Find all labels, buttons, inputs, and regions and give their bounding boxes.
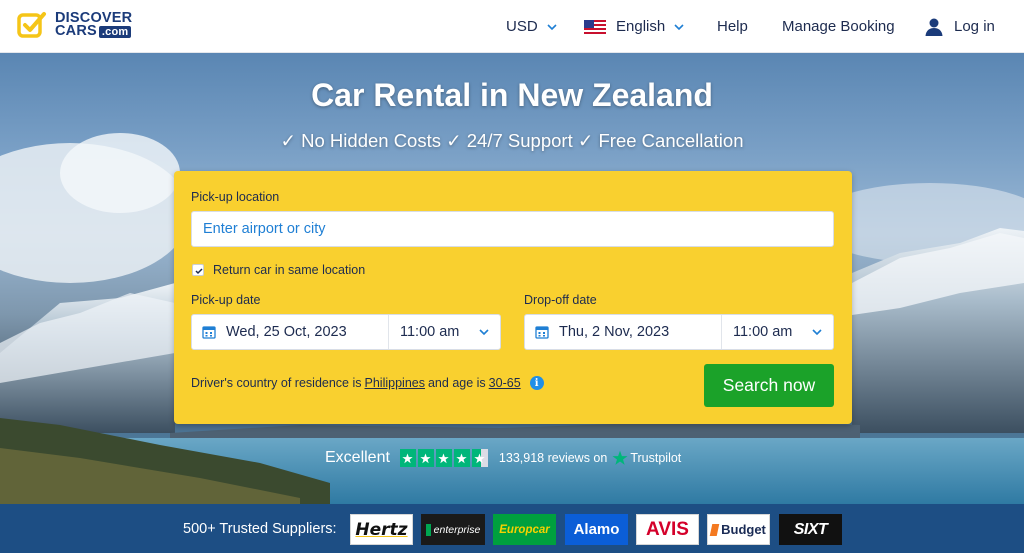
star-icon bbox=[399, 449, 416, 467]
calendar-icon bbox=[202, 326, 216, 339]
user-icon bbox=[925, 18, 943, 36]
checkmark-icon bbox=[195, 268, 203, 275]
us-flag-icon bbox=[584, 19, 606, 34]
suppliers-label: 500+ Trusted Suppliers: bbox=[183, 521, 337, 537]
currency-label: USD bbox=[506, 18, 538, 35]
return-same-label[interactable]: Return car in same location bbox=[213, 263, 365, 277]
pickup-datetime-field: Wed, 25 Oct, 2023 11:00 am bbox=[191, 314, 501, 350]
return-same-checkbox[interactable] bbox=[192, 264, 204, 276]
pickup-location-input[interactable] bbox=[191, 211, 834, 247]
trustpilot-star-icon bbox=[612, 450, 628, 465]
age-range-link[interactable]: 30-65 bbox=[489, 376, 521, 390]
logo-domain: .com bbox=[98, 25, 132, 38]
login-label: Log in bbox=[954, 18, 995, 35]
rating-stars bbox=[399, 449, 488, 467]
age-prefix: and age is bbox=[427, 376, 486, 390]
search-form: Pick-up location Return car in same loca… bbox=[174, 171, 852, 424]
sixt-logo: SIXT bbox=[779, 514, 842, 545]
manage-booking-link[interactable]: Manage Booking bbox=[782, 0, 895, 53]
dropoff-datetime-field: Thu, 2 Nov, 2023 11:00 am bbox=[524, 314, 834, 350]
login-link[interactable]: Log in bbox=[924, 0, 995, 53]
alamo-logo: Alamo bbox=[565, 514, 628, 545]
chevron-down-icon bbox=[674, 23, 684, 30]
help-link[interactable]: Help bbox=[717, 0, 748, 53]
pickup-time-select[interactable]: 11:00 am bbox=[389, 315, 500, 349]
dropoff-date-value: Thu, 2 Nov, 2023 bbox=[559, 324, 670, 340]
pickup-date-picker[interactable]: Wed, 25 Oct, 2023 bbox=[192, 315, 389, 349]
residence-country-link[interactable]: Philippines bbox=[365, 376, 425, 390]
dropoff-time-select[interactable]: 11:00 am bbox=[722, 315, 833, 349]
dropoff-time-value: 11:00 am bbox=[733, 324, 793, 340]
currency-selector[interactable]: USD bbox=[506, 0, 566, 53]
half-star-icon bbox=[471, 449, 488, 467]
europcar-logo: Europcar bbox=[493, 514, 556, 545]
budget-logo: Budget bbox=[707, 514, 770, 545]
language-label: English bbox=[616, 18, 666, 35]
info-icon[interactable]: i bbox=[529, 376, 544, 390]
calendar-icon bbox=[535, 326, 549, 339]
dropoff-date-picker[interactable]: Thu, 2 Nov, 2023 bbox=[525, 315, 722, 349]
language-selector[interactable]: English bbox=[584, 0, 694, 53]
pickup-time-value: 11:00 am bbox=[400, 324, 460, 340]
dropoff-date-label: Drop-off date bbox=[524, 293, 597, 307]
avis-logo: AVIS bbox=[636, 514, 699, 545]
rating-word: Excellent bbox=[325, 449, 390, 466]
search-now-button[interactable]: Search now bbox=[704, 364, 834, 407]
hero-benefits: ✓ No Hidden Costs ✓ 24/7 Support ✓ Free … bbox=[280, 130, 744, 151]
star-icon bbox=[435, 449, 452, 467]
trustpilot-rating[interactable]: Excellent 133,918 reviews on Trustpilot bbox=[325, 449, 681, 467]
enterprise-logo: enterprise bbox=[421, 514, 485, 545]
hertz-logo: Hertz bbox=[350, 514, 413, 545]
logo-check-icon bbox=[17, 12, 46, 38]
chevron-down-icon bbox=[479, 329, 489, 336]
pickup-date-value: Wed, 25 Oct, 2023 bbox=[226, 324, 347, 340]
star-icon bbox=[453, 449, 470, 467]
driver-residence-info: Driver's country of residence is Philipp… bbox=[191, 376, 544, 390]
hero-section: Car Rental in New Zealand ✓ No Hidden Co… bbox=[0, 53, 1024, 504]
chevron-down-icon bbox=[812, 329, 822, 336]
review-count: 133,918 reviews on bbox=[498, 451, 608, 465]
top-header: DISCOVER CARS .com USD English Help Manag… bbox=[0, 0, 1024, 53]
budget-mark-icon bbox=[709, 523, 720, 536]
discovercars-logo[interactable]: DISCOVER CARS .com bbox=[17, 10, 132, 40]
logo-line2: CARS bbox=[55, 23, 97, 39]
pickup-location-label: Pick-up location bbox=[191, 190, 280, 204]
chevron-down-icon bbox=[547, 23, 557, 30]
page-title: Car Rental in New Zealand bbox=[311, 77, 713, 113]
trusted-suppliers-bar: 500+ Trusted Suppliers: Hertz enterprise… bbox=[0, 504, 1024, 553]
star-icon bbox=[417, 449, 434, 467]
trustpilot-brand: Trustpilot bbox=[630, 451, 682, 465]
residence-prefix: Driver's country of residence is bbox=[191, 376, 362, 390]
pickup-date-label: Pick-up date bbox=[191, 293, 261, 307]
